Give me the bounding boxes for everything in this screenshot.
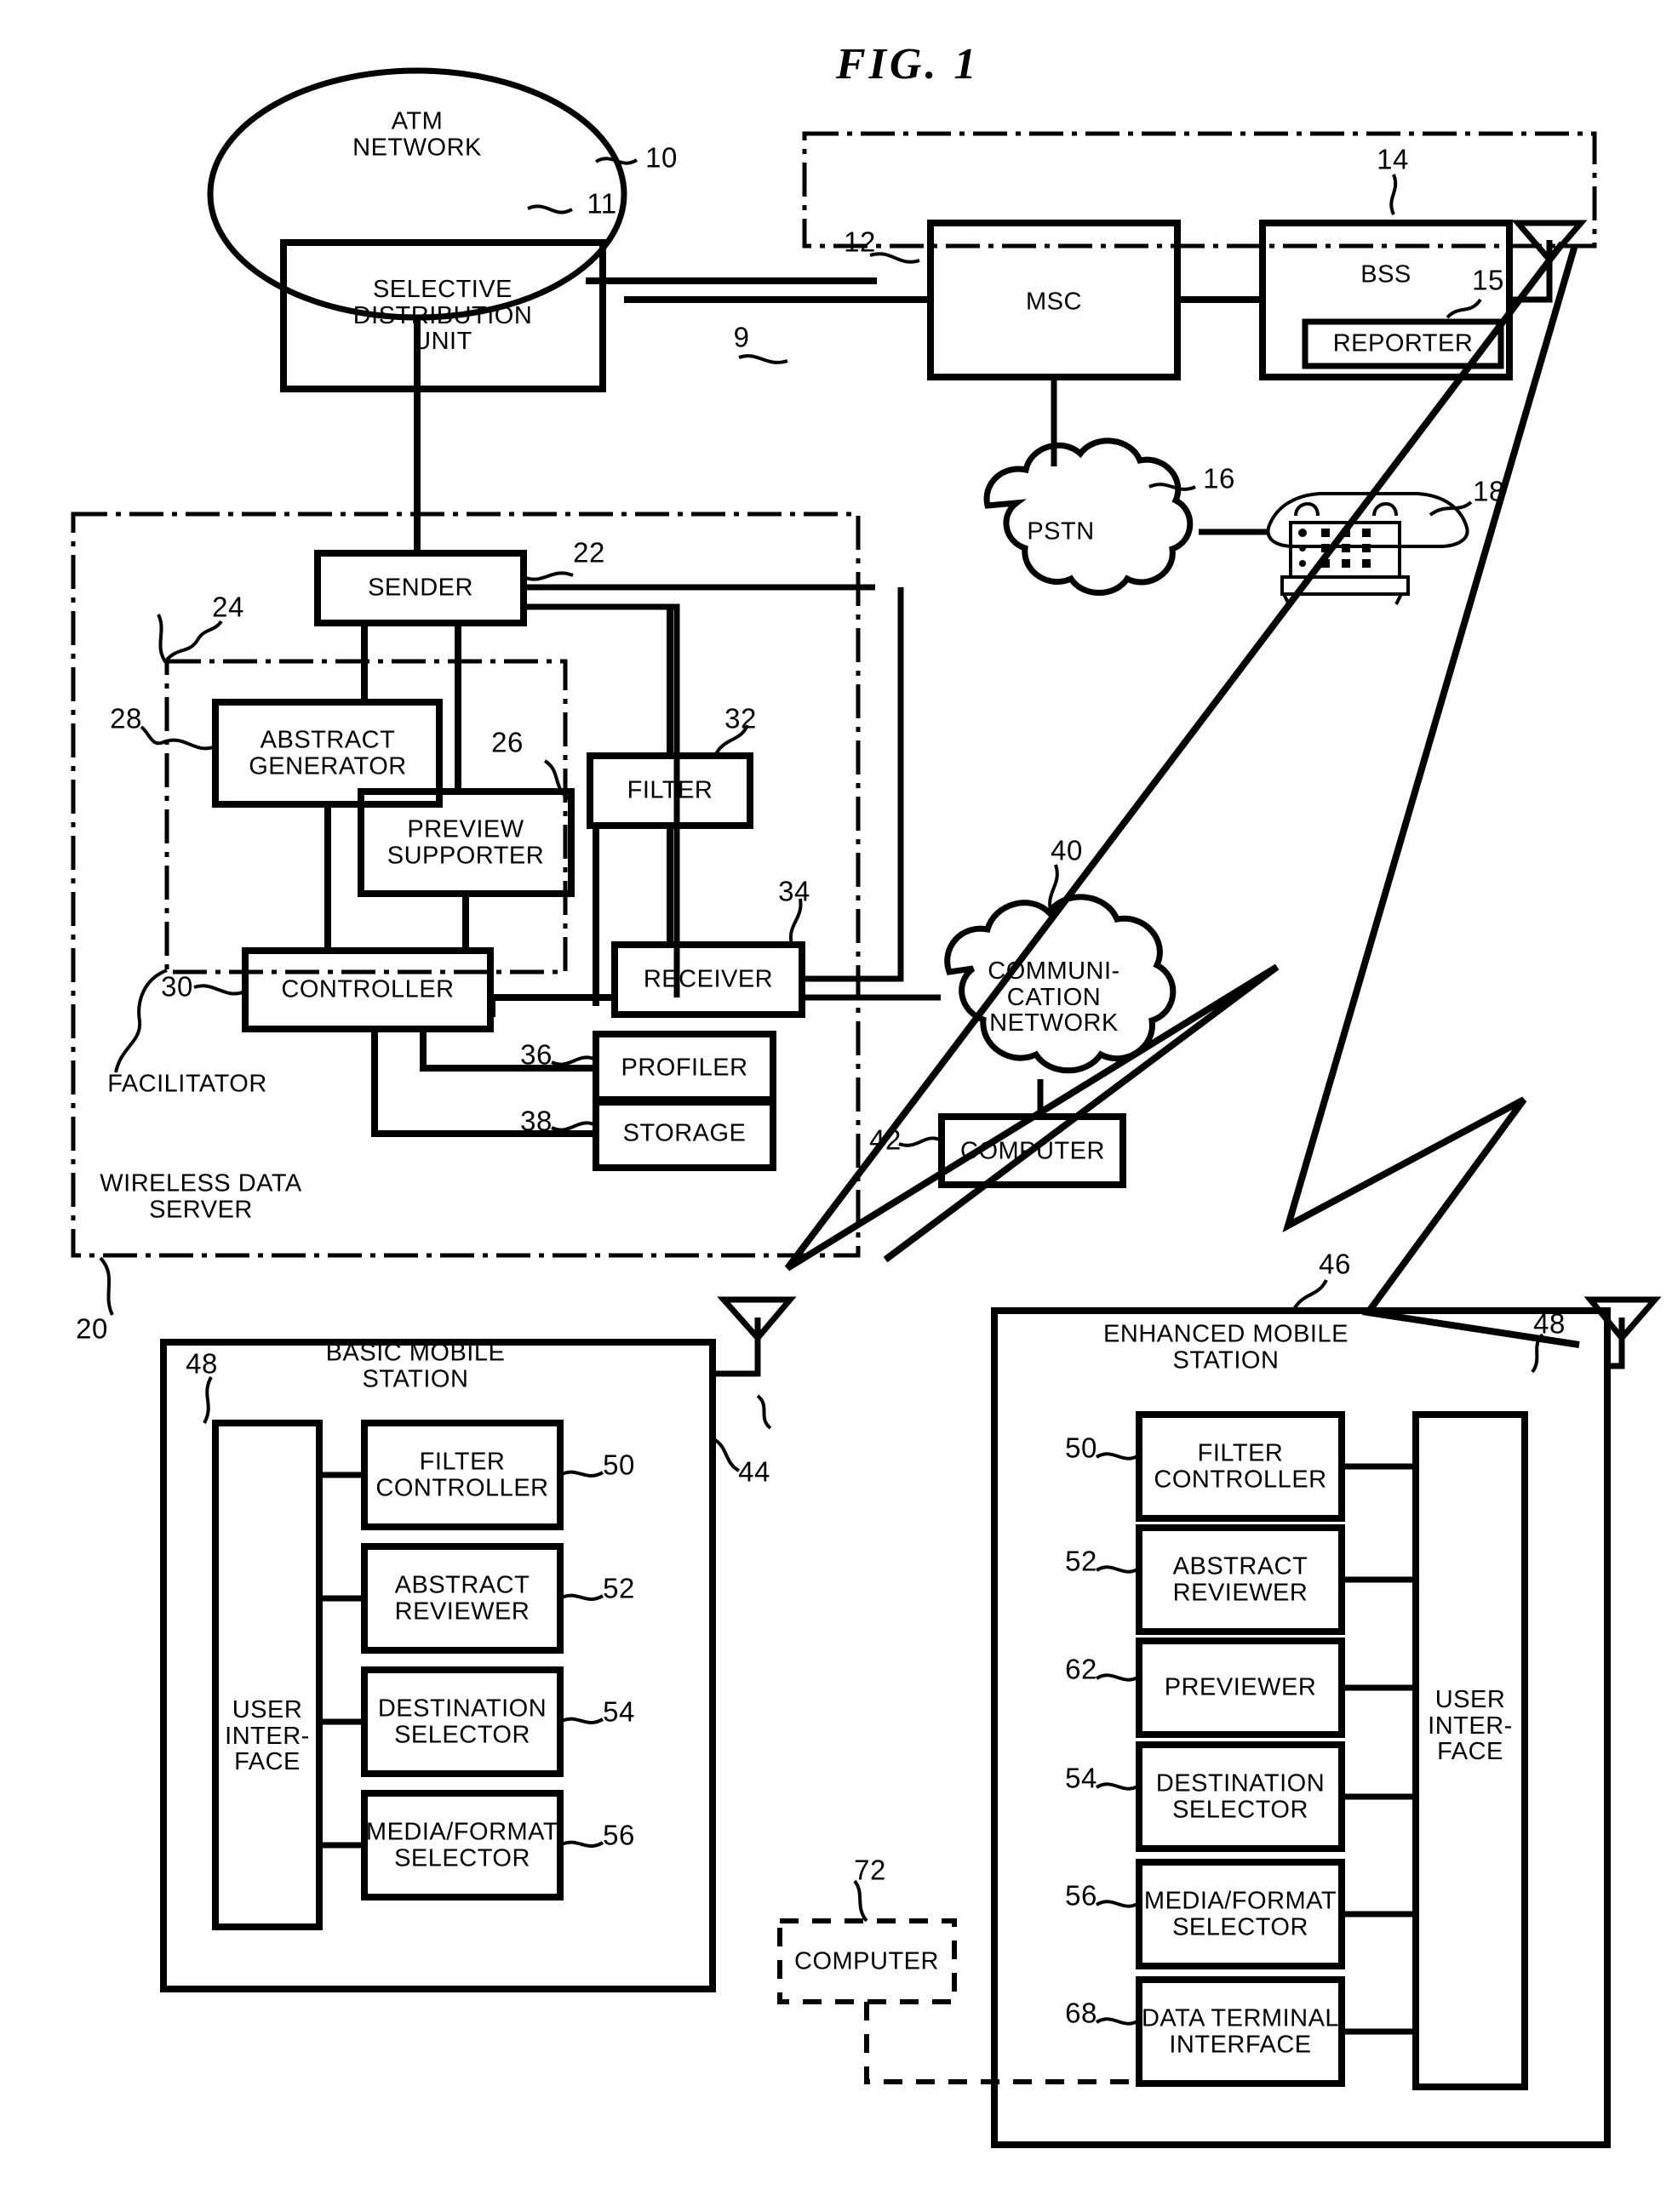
basic-user-interface-label: USER INTER- FACE [225, 1695, 310, 1776]
enhanced-abstract-reviewer-label: ABSTRACT REVIEWER [1172, 1552, 1308, 1606]
profiler-label: PROFILER [621, 1054, 748, 1082]
ref-11: 11 [587, 187, 617, 220]
filter-label: FILTER [627, 776, 713, 804]
enhanced-media-format-selector-label: MEDIA/FORMAT SELECTOR [1143, 1887, 1337, 1941]
ref-50-basic: 50 [603, 1449, 635, 1481]
ref-34: 34 [778, 875, 810, 907]
ref-18: 18 [1473, 475, 1505, 507]
ref-16: 16 [1203, 462, 1235, 494]
sender-label: SENDER [368, 574, 473, 602]
enhanced-filter-controller-label: FILTER CONTROLLER [1154, 1439, 1327, 1493]
ref-48-enhanced: 48 [1533, 1307, 1566, 1340]
basic-media-format-selector-label: MEDIA/FORMAT SELECTOR [365, 1818, 559, 1872]
basic-user-interface-box [212, 1420, 323, 1930]
ref-62: 62 [1065, 1653, 1097, 1685]
basic-abstract-reviewer-label: ABSTRACT REVIEWER [394, 1571, 530, 1625]
ref-56-basic: 56 [603, 1819, 635, 1851]
figure-title: FIG. 1 [836, 40, 980, 89]
data-terminal-interface-label: DATA TERMINAL INTERFACE [1141, 2004, 1340, 2058]
communication-network-label: COMMUNI- CATION NETWORK [988, 957, 1120, 1037]
computer-network-label: COMPUTER [960, 1137, 1105, 1165]
ref-28: 28 [110, 702, 142, 734]
basic-mobile-station-label: BASIC MOBILE STATION [325, 1339, 506, 1392]
ref-46: 46 [1319, 1248, 1351, 1280]
ref-22: 22 [573, 536, 605, 569]
ref-36: 36 [520, 1038, 553, 1071]
ref-56-enhanced: 56 [1065, 1879, 1097, 1912]
ref-54-basic: 54 [603, 1695, 635, 1728]
controller-label: CONTROLLER [281, 975, 455, 1003]
wireless-data-server-label: WIRELESS DATA SERVER [100, 1169, 302, 1223]
preview-supporter-label: PREVIEW SUPPORTER [387, 815, 545, 869]
ref-72: 72 [854, 1854, 886, 1886]
ref-10: 10 [645, 141, 678, 174]
selective-distribution-unit-label: SELECTIVE DISTRIBUTION UNIT [352, 275, 533, 356]
facilitator-label: FACILITATOR [107, 1070, 267, 1098]
atm-network-label: ATM NETWORK [352, 107, 482, 161]
pstn-cloud [983, 437, 1194, 596]
enhanced-destination-selector-label: DESTINATION SELECTOR [1155, 1769, 1326, 1823]
ref-52-enhanced: 52 [1065, 1545, 1097, 1577]
ref-14: 14 [1377, 143, 1409, 175]
ref-32: 32 [724, 702, 757, 734]
enhanced-mobile-station-label: ENHANCED MOBILE STATION [1103, 1320, 1348, 1374]
abstract-generator-label: ABSTRACT GENERATOR [249, 726, 407, 780]
receiver-label: RECEIVER [643, 965, 774, 993]
ref-50-enhanced: 50 [1065, 1432, 1097, 1464]
ref-24: 24 [212, 591, 244, 623]
ref-26: 26 [491, 726, 524, 758]
bss-label: BSS [1360, 260, 1411, 289]
ref-38: 38 [520, 1105, 553, 1137]
pstn-label: PSTN [1027, 517, 1095, 546]
basic-destination-selector-label: DESTINATION SELECTOR [377, 1695, 547, 1748]
msc-label: MSC [1026, 288, 1082, 316]
cellular-network-region [802, 131, 1597, 249]
enhanced-previewer-label: PREVIEWER [1164, 1673, 1317, 1701]
ref-40: 40 [1051, 834, 1083, 866]
ref-12: 12 [844, 226, 876, 258]
enhanced-user-interface-label: USER INTER- FACE [1428, 1685, 1513, 1766]
ref-42: 42 [869, 1123, 902, 1156]
enhanced-mobile-antenna-icon [1583, 1296, 1662, 1369]
basic-filter-controller-label: FILTER CONTROLLER [375, 1448, 549, 1501]
ref-48-basic: 48 [186, 1347, 218, 1380]
ref-30: 30 [161, 970, 193, 1003]
basic-mobile-antenna-icon [713, 1296, 797, 1377]
basic-mobile-station-box [160, 1339, 716, 1992]
ref-15: 15 [1472, 264, 1504, 296]
ref-20: 20 [76, 1312, 108, 1345]
ref-9: 9 [733, 321, 750, 353]
ref-54-enhanced: 54 [1065, 1762, 1097, 1794]
ref-44: 44 [738, 1455, 770, 1488]
computer-terminal-label: COMPUTER [794, 1947, 939, 1975]
storage-label: STORAGE [622, 1119, 747, 1147]
ref-68: 68 [1065, 1997, 1097, 2029]
ref-52-basic: 52 [603, 1572, 635, 1604]
patent-figure-canvas: .s { fill:none; stroke:#000; stroke-widt… [0, 0, 1672, 2212]
reporter-label: REPORTER [1332, 329, 1474, 357]
